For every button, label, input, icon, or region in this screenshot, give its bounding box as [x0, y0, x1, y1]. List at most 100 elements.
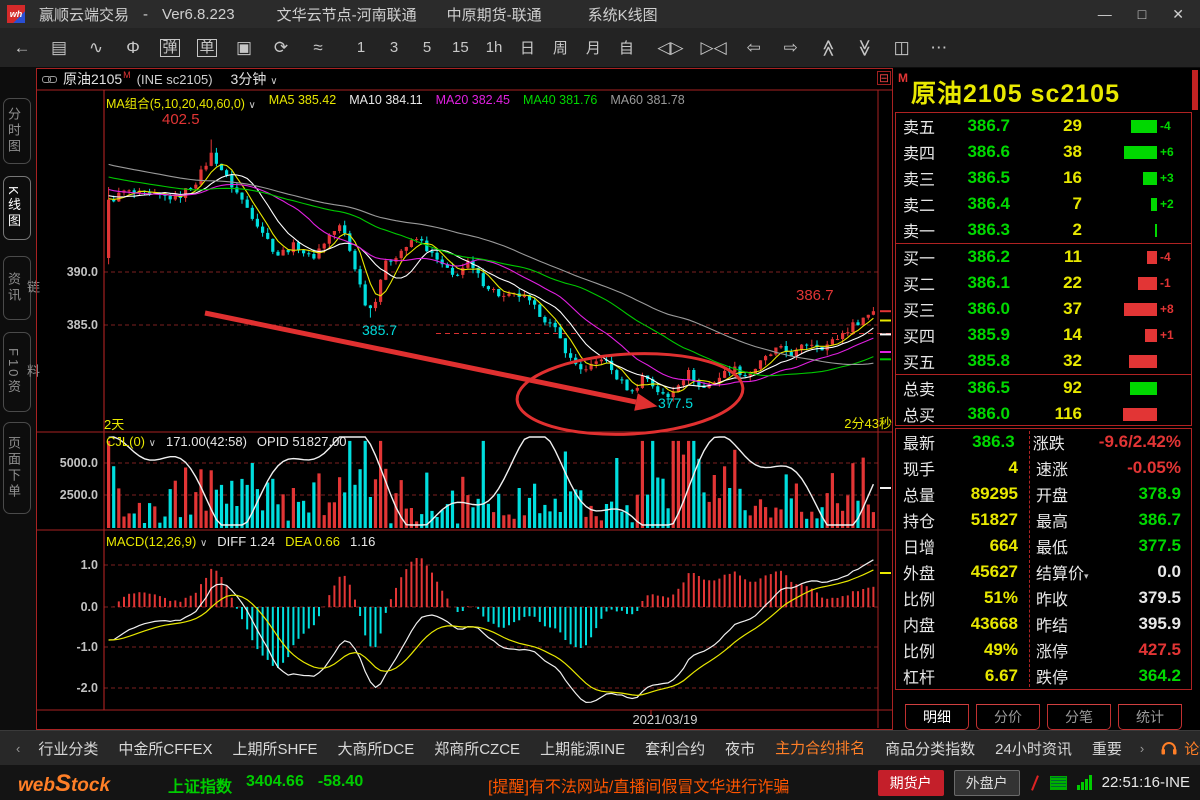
forum-link[interactable]: 论坛提问: [1160, 738, 1200, 759]
sidebar-tab-资讯链[interactable]: 资讯链: [3, 256, 31, 320]
more-icon[interactable]: ⋯: [929, 38, 949, 58]
minimize-button[interactable]: —: [1098, 6, 1112, 23]
nav-back-icon[interactable]: ‹: [16, 741, 20, 756]
period-button-1[interactable]: 1: [353, 39, 369, 56]
stat-value: 395.9: [1104, 614, 1191, 634]
book-row-卖四[interactable]: 卖四386.638+6: [896, 139, 1191, 165]
book-row-买四[interactable]: 买四385.914+1: [896, 322, 1191, 348]
quote-tab-分笔[interactable]: 分笔: [1047, 704, 1111, 730]
stat-value: 89295: [954, 484, 1018, 504]
book-row-price: 386.0: [950, 299, 1010, 319]
period-button-1h[interactable]: 1h: [486, 39, 503, 56]
layout-icon[interactable]: ◫: [892, 38, 912, 58]
nav-item-夜市[interactable]: 夜市: [723, 731, 757, 766]
nav-item-大商所DCE[interactable]: 大商所DCE: [336, 731, 417, 766]
period-selector[interactable]: 3分钟 ∨: [231, 69, 278, 89]
cjl-value: 171.00(42:58): [166, 434, 247, 449]
totals-volume: 116: [1010, 404, 1082, 424]
nav-item-商品分类指数[interactable]: 商品分类指数: [883, 731, 977, 766]
zoom-out-icon[interactable]: ≪: [855, 38, 875, 58]
timeline-icon[interactable]: ∿: [86, 38, 106, 58]
scrollbar-thumb[interactable]: [1192, 70, 1198, 110]
book-row-volume: 32: [1010, 351, 1082, 371]
quote-tab-统计[interactable]: 统计: [1118, 704, 1182, 730]
kline-icon[interactable]: Φ: [123, 38, 143, 58]
volume-pane-header: CJL(0) ∨ 171.00(42:58) OPID 51827.00: [106, 434, 347, 449]
book-row-卖一[interactable]: 卖一386.32: [896, 217, 1191, 243]
nav-item-中金所CFFEX[interactable]: 中金所CFFEX: [116, 731, 214, 766]
foreign-account-button[interactable]: 外盘户: [954, 770, 1020, 796]
pane-collapse-icon[interactable]: ⊟: [877, 71, 891, 85]
quote-tab-明细[interactable]: 明细: [905, 704, 969, 730]
book-row-买一[interactable]: 买一386.211-4: [896, 244, 1191, 270]
nav-item-主力合约排名[interactable]: 主力合约排名: [773, 730, 867, 767]
cloud-node: 文华云节点-河南联通: [277, 4, 417, 25]
book-row-barzone: +2: [1082, 198, 1191, 211]
save-icon[interactable]: ▣: [234, 38, 254, 58]
page-right-icon[interactable]: ⇨: [781, 38, 801, 58]
stat-label: 内盘: [896, 612, 954, 636]
period-button-自[interactable]: 自: [618, 37, 634, 58]
nav-item-郑商所CZCE[interactable]: 郑商所CZCE: [432, 731, 522, 766]
nav-item-24小时资讯[interactable]: 24小时资讯: [993, 731, 1074, 766]
nav-item-行业分类[interactable]: 行业分类: [36, 731, 100, 766]
sidebar-tab-分时图[interactable]: 分时图: [3, 98, 31, 164]
back-icon[interactable]: ←: [12, 38, 32, 58]
macd-indicator-selector[interactable]: MACD(12,26,9) ∨: [106, 534, 207, 549]
shanghai-index[interactable]: 上证指数 3404.66 -58.40: [168, 773, 363, 797]
volume-delta: +3: [1160, 171, 1174, 185]
calendar-grid-icon[interactable]: [1050, 776, 1067, 790]
chevron-down-icon: ∨: [149, 438, 156, 449]
stat-value: 45627: [954, 562, 1018, 582]
book-row-卖五[interactable]: 卖五386.729-4: [896, 113, 1191, 139]
sidebar-tab-页面下单[interactable]: 页面下单: [3, 422, 31, 514]
book-row-volume: 37: [1010, 299, 1082, 319]
book-row-买五[interactable]: 买五385.832: [896, 348, 1191, 374]
period-button-月[interactable]: 月: [585, 37, 601, 58]
indicator-edit-icon[interactable]: ≈: [308, 38, 328, 58]
cjl-indicator-selector[interactable]: CJL(0) ∨: [106, 434, 156, 449]
zoom-in-icon[interactable]: ≪: [818, 38, 838, 58]
flash-order-icon[interactable]: 弹: [160, 39, 180, 57]
nav-item-重要[interactable]: 重要: [1090, 731, 1124, 766]
book-row-卖三[interactable]: 卖三386.516+3: [896, 165, 1191, 191]
book-row-买三[interactable]: 买三386.037+8: [896, 296, 1191, 322]
page-left-icon[interactable]: ⇦: [744, 38, 764, 58]
book-row-price: 386.3: [950, 220, 1010, 240]
order-panel-icon[interactable]: 单: [197, 39, 217, 57]
compress-icon[interactable]: ◁▷: [657, 38, 683, 58]
nav-forward-icon[interactable]: ›: [1140, 741, 1144, 756]
maximize-button[interactable]: □: [1138, 6, 1146, 23]
volume-bar: [1130, 382, 1157, 395]
period-button-日[interactable]: 日: [519, 37, 535, 58]
view-title: 系统K线图: [588, 4, 658, 25]
main-contract-badge: M: [898, 71, 908, 85]
contract-name[interactable]: 原油2105M: [63, 69, 131, 89]
stat-label: 比例: [896, 638, 954, 662]
book-row-卖二[interactable]: 卖二386.47+2: [896, 191, 1191, 217]
sidebar-tab-K线图[interactable]: K线图: [3, 176, 31, 240]
nav-item-上期所SHFE[interactable]: 上期所SHFE: [231, 731, 320, 766]
expand-icon[interactable]: ▷◁: [701, 38, 727, 58]
sort-arrow-icon[interactable]: ▾: [1084, 571, 1089, 581]
sidebar-tab-F10资料[interactable]: F10资料: [3, 332, 31, 412]
futures-account-button[interactable]: 期货户: [878, 770, 944, 796]
book-row-barzone: [1082, 224, 1191, 237]
period-button-3[interactable]: 3: [386, 39, 402, 56]
totals-price: 386.0: [950, 404, 1010, 424]
ma-combo-selector[interactable]: MA组合(5,10,20,40,60,0) ∨: [106, 93, 256, 112]
quote-list-icon[interactable]: ▤: [49, 38, 69, 58]
period-button-15[interactable]: 15: [452, 39, 469, 56]
stats-row: 持仓51827最高386.7: [896, 507, 1191, 533]
period-button-周[interactable]: 周: [552, 37, 568, 58]
volume-delta: +1: [1160, 328, 1174, 342]
refresh-icon[interactable]: ⟳: [271, 38, 291, 58]
nav-item-套利合约[interactable]: 套利合约: [643, 731, 707, 766]
stat-label: 杠杆: [896, 664, 954, 688]
nav-item-上期能源INE[interactable]: 上期能源INE: [538, 731, 627, 766]
period-button-5[interactable]: 5: [419, 39, 435, 56]
quote-tab-分价[interactable]: 分价: [976, 704, 1040, 730]
book-row-买二[interactable]: 买二386.122-1: [896, 270, 1191, 296]
kline-chart[interactable]: [36, 68, 893, 730]
close-button[interactable]: ✕: [1172, 6, 1184, 23]
